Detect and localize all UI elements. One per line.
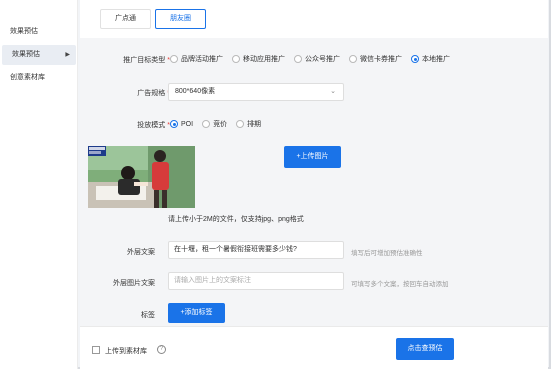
material-photo-icon	[88, 146, 195, 208]
chevron-right-icon: ▶	[65, 52, 70, 58]
radio-local-promotion[interactable]: 本地推广	[411, 54, 450, 64]
upload-to-library-checkbox[interactable]	[92, 346, 100, 354]
radio-wechat-coupon[interactable]: 微信卡券推广	[349, 54, 402, 64]
radio-poi[interactable]: POI	[170, 120, 193, 128]
sidebar-item-label: 创意素材库	[10, 74, 45, 81]
sidebar-item-creative-library[interactable]: 创意素材库	[0, 68, 74, 88]
radio-bidding[interactable]: 竞价	[202, 119, 227, 129]
sidebar-item-estimate-active[interactable]: 效果预估 ▶	[2, 45, 76, 65]
help-icon[interactable]: ?	[157, 345, 166, 354]
ad-spec-select[interactable]: 800*640像素 ⌄	[168, 83, 344, 101]
sidebar: 效果预估 效果预估 ▶ 创意素材库	[0, 0, 78, 369]
outer-copy-hint: 填写后可增加预估准确性	[351, 250, 423, 257]
radio-official-account[interactable]: 公众号推广	[294, 54, 340, 64]
add-tag-button[interactable]: +添加标签	[168, 303, 225, 323]
outer-copy-label: 外层文案	[127, 249, 155, 256]
chevron-down-icon: ⌄	[330, 88, 336, 95]
sidebar-item-label: 效果预估	[10, 28, 38, 35]
channel-tabs: 广点通 朋友圈	[100, 9, 206, 29]
radio-schedule[interactable]: 排期	[236, 119, 261, 129]
footer-bar: 上传到素材库 ? 点击查预估	[80, 326, 548, 369]
tags-label: 标签	[141, 312, 155, 319]
image-text-input[interactable]: 请输入图片上的文案标注	[168, 272, 344, 290]
sidebar-item-estimate[interactable]: 效果预估	[0, 22, 74, 42]
goal-type-label: 推广目标类型 *	[123, 57, 170, 64]
image-text-hint: 可填写多个文案，按回车自动添加	[351, 281, 449, 288]
submit-estimate-button[interactable]: 点击查预估	[396, 338, 454, 360]
tab-guangdiantong[interactable]: 广点通	[100, 9, 151, 29]
upload-to-library-label: 上传到素材库	[105, 348, 147, 355]
radio-brand-activity[interactable]: 品牌活动推广	[170, 54, 223, 64]
delivery-mode-radio-group: POI 竞价 排期	[170, 119, 270, 129]
material-thumbnail	[88, 146, 195, 208]
ad-spec-label: 广告规格*	[137, 90, 170, 97]
radio-mobile-app[interactable]: 移动应用推广	[232, 54, 285, 64]
sidebar-item-label: 效果预估	[12, 51, 40, 58]
app-frame: 效果预估 效果预估 ▶ 创意素材库 广点通 朋友圈 推广目标类型 * 品牌活动推广…	[0, 0, 551, 369]
delivery-mode-label: 投放模式 *	[137, 122, 170, 129]
upload-image-button[interactable]: +上传图片	[284, 146, 341, 168]
outer-copy-input[interactable]: 在十堰，租一个暑假衔接班需要多少钱?	[168, 241, 344, 259]
material-description: 请上传小于2M的文件，仅支持jpg、png格式	[168, 216, 304, 223]
tab-moments[interactable]: 朋友圈	[155, 9, 206, 29]
image-text-label: 外层图片文案	[113, 280, 155, 287]
goal-type-radio-group: 品牌活动推广 移动应用推广 公众号推广 微信卡券推广 本地推广	[170, 54, 459, 64]
